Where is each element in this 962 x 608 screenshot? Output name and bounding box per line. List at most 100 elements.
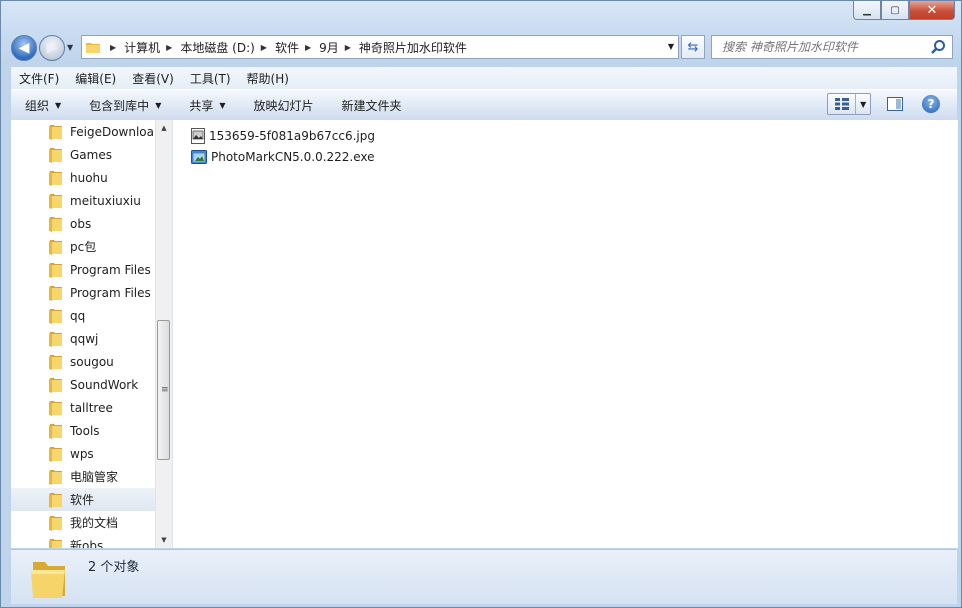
menu-view[interactable]: 查看(V): [124, 67, 182, 89]
scroll-down-icon[interactable]: ▼: [156, 532, 172, 548]
view-details-icon[interactable]: [828, 94, 857, 114]
forward-arrow-icon: ▶: [46, 40, 58, 56]
breadcrumb-separator-icon[interactable]: ▶: [345, 43, 351, 52]
nav-folder-item[interactable]: 软件: [11, 488, 155, 511]
refresh-icon: ⇆: [687, 39, 699, 55]
back-arrow-icon: ◀: [18, 40, 30, 56]
address-history-dropdown-icon[interactable]: ▼: [668, 42, 674, 51]
breadcrumb-september[interactable]: 9月 ▶: [319, 39, 359, 56]
change-view-button[interactable]: ▼: [827, 93, 871, 115]
details-pane: 2 个对象: [11, 549, 957, 604]
menu-edit[interactable]: 编辑(E): [67, 67, 124, 89]
folder-icon: [49, 239, 63, 258]
nav-folder-item[interactable]: Tools: [11, 419, 155, 442]
back-button[interactable]: ◀: [11, 35, 37, 61]
refresh-button[interactable]: ⇆: [681, 35, 705, 59]
menu-bar: 文件(F) 编辑(E) 查看(V) 工具(T) 帮助(H): [11, 67, 957, 89]
more-options-dropdown-icon[interactable]: ▼: [856, 94, 870, 114]
nav-folder-item[interactable]: Program Files: [11, 258, 155, 281]
new-folder-button[interactable]: 新建文件夹: [328, 97, 416, 114]
breadcrumb-computer[interactable]: 计算机 ▶: [124, 39, 180, 56]
nav-folder-item[interactable]: huohu: [11, 166, 155, 189]
preview-pane-icon[interactable]: [887, 96, 903, 112]
folder-icon: [49, 147, 63, 166]
include-in-library-button[interactable]: 包含到库中 ▼: [75, 97, 175, 114]
nav-folder-item[interactable]: 新obs: [11, 534, 155, 548]
nav-folder-item[interactable]: sougou: [11, 350, 155, 373]
breadcrumb-current-folder[interactable]: 神奇照片加水印软件: [359, 39, 467, 56]
chevron-down-icon: ▼: [219, 100, 226, 110]
folder-icon: [49, 538, 63, 548]
nav-folder-label: FeigeDownloa: [70, 124, 154, 139]
forward-button[interactable]: ▶: [39, 35, 65, 61]
search-input[interactable]: [720, 39, 934, 55]
folder-icon: [49, 331, 63, 350]
breadcrumb-separator-icon[interactable]: ▶: [166, 43, 172, 52]
nav-folder-label: Tools: [70, 423, 100, 438]
menu-tools[interactable]: 工具(T): [182, 67, 239, 89]
nav-folder-item[interactable]: 我的文档: [11, 511, 155, 534]
file-name: PhotoMarkCN5.0.0.222.exe: [211, 150, 375, 164]
window-controls: ▁ ▢ ✕: [853, 1, 955, 20]
scrollbar-thumb[interactable]: ≡: [157, 320, 170, 460]
menu-help[interactable]: 帮助(H): [239, 67, 297, 89]
nav-folder-item[interactable]: meituxiuxiu: [11, 189, 155, 212]
nav-folder-label: 我的文档: [70, 516, 119, 530]
help-icon[interactable]: ?: [922, 95, 940, 113]
nav-folder-item[interactable]: pc包: [11, 235, 155, 258]
nav-folder-item[interactable]: Games: [11, 143, 155, 166]
folder-icon: [86, 43, 100, 53]
nav-folder-label: 新obs: [70, 539, 104, 548]
breadcrumb-separator-icon[interactable]: ▶: [305, 43, 311, 52]
image-file-icon: [191, 128, 205, 144]
minimize-button[interactable]: ▁: [853, 1, 881, 20]
nav-folder-label: qqwj: [70, 331, 99, 346]
file-list: 153659-5f081a9b67cc6.jpg PhotoMarkCN5.0.…: [172, 120, 958, 548]
maximize-button[interactable]: ▢: [881, 1, 909, 20]
address-bar[interactable]: ▶ 计算机 ▶ 本地磁盘 (D:) ▶ 软件 ▶ 9月 ▶ 神奇照片加水印软件 ▼: [81, 35, 679, 59]
nav-folder-label: Program Files: [70, 262, 151, 277]
folder-icon: [49, 308, 63, 327]
nav-folder-label: obs: [70, 216, 92, 231]
exe-file-icon: [191, 150, 207, 164]
nav-folder-item[interactable]: 电脑管家: [11, 465, 155, 488]
breadcrumb-separator-icon[interactable]: ▶: [261, 43, 267, 52]
breadcrumb-software[interactable]: 软件 ▶: [275, 39, 319, 56]
recent-pages-dropdown-icon[interactable]: ▼: [67, 43, 73, 52]
nav-folder-item[interactable]: wps: [11, 442, 155, 465]
list-item[interactable]: PhotoMarkCN5.0.0.222.exe: [191, 147, 375, 167]
nav-folder-label: pc包: [70, 240, 97, 254]
navigation-scrollbar[interactable]: ▲ ≡ ▼: [155, 120, 172, 548]
folder-icon: [49, 262, 63, 281]
search-box[interactable]: [711, 35, 953, 59]
item-count: 2 个对象: [88, 560, 140, 575]
nav-folder-label: meituxiuxiu: [70, 193, 141, 208]
nav-folder-label: sougou: [70, 354, 114, 369]
folder-icon: [49, 193, 63, 212]
nav-folder-item[interactable]: Program Files: [11, 281, 155, 304]
nav-folder-item[interactable]: obs: [11, 212, 155, 235]
share-button[interactable]: 共享 ▼: [175, 97, 239, 114]
folder-icon: [49, 446, 63, 465]
slideshow-button[interactable]: 放映幻灯片: [240, 97, 328, 114]
list-item[interactable]: 153659-5f081a9b67cc6.jpg: [191, 126, 375, 146]
nav-folder-item[interactable]: talltree: [11, 396, 155, 419]
folder-icon: [49, 377, 63, 396]
organize-button[interactable]: 组织 ▼: [11, 97, 75, 114]
search-icon[interactable]: [930, 39, 946, 55]
breadcrumb-drive-d[interactable]: 本地磁盘 (D:) ▶: [180, 39, 275, 56]
menu-file[interactable]: 文件(F): [11, 67, 67, 89]
nav-folder-item[interactable]: qq: [11, 304, 155, 327]
folder-icon: [49, 469, 63, 488]
command-bar: 组织 ▼ 包含到库中 ▼ 共享 ▼ 放映幻灯片 新建文件夹 ▼ ?: [11, 89, 957, 121]
nav-folder-label: talltree: [70, 400, 113, 415]
nav-folder-label: Games: [70, 147, 112, 162]
nav-folder-item[interactable]: SoundWork: [11, 373, 155, 396]
nav-folder-item[interactable]: FeigeDownloa: [11, 120, 155, 143]
folder-icon: [49, 216, 63, 235]
nav-folder-item[interactable]: qqwj: [11, 327, 155, 350]
folder-icon: [49, 170, 63, 189]
close-button[interactable]: ✕: [909, 1, 955, 20]
breadcrumb-separator-icon[interactable]: ▶: [110, 43, 116, 52]
scroll-up-icon[interactable]: ▲: [156, 120, 172, 136]
